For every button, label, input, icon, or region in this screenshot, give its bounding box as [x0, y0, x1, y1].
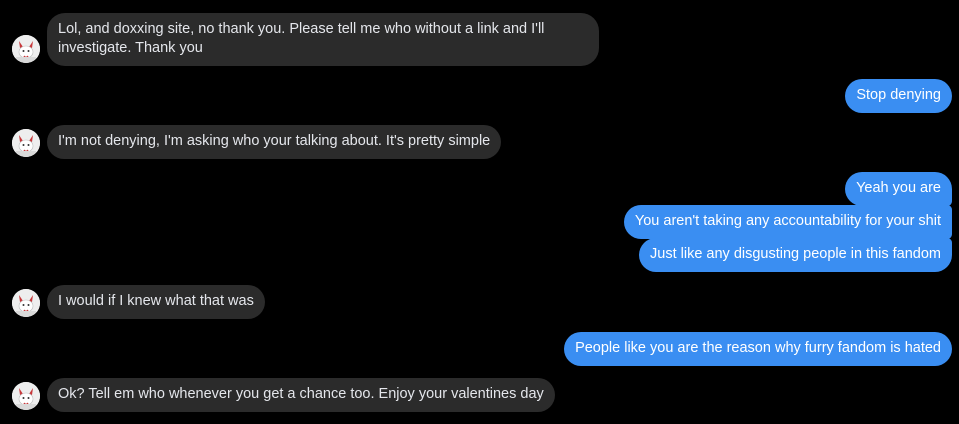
message-outgoing[interactable]: Stop denying: [845, 79, 952, 113]
message-outgoing[interactable]: You aren't taking any accountability for…: [623, 205, 952, 239]
message-text: investigate. Thank you: [58, 40, 203, 56]
message-text: You aren't taking any accountability for…: [634, 213, 941, 229]
message-outgoing[interactable]: Yeah you are: [845, 172, 952, 206]
message-text: Ok? Tell em who whenever you get a chanc…: [58, 386, 544, 402]
contact-avatar[interactable]: [12, 382, 40, 410]
fox-avatar-icon: [12, 35, 40, 63]
message-incoming[interactable]: I'm not denying, I'm asking who your tal…: [47, 125, 502, 159]
fox-avatar-icon: [12, 129, 40, 157]
message-text: I'm not denying, I'm asking who your tal…: [58, 133, 491, 149]
message-outgoing[interactable]: Just like any disgusting people in this …: [639, 238, 952, 272]
fox-avatar-icon: [12, 382, 40, 410]
message-incoming[interactable]: I would if I knew what that was: [47, 285, 265, 319]
message-text: Yeah you are: [856, 180, 941, 196]
contact-avatar[interactable]: [12, 289, 40, 317]
message-incoming[interactable]: Lol, and doxxing site, no thank you. Ple…: [47, 13, 599, 66]
message-text: Just like any disgusting people in this …: [650, 246, 941, 262]
contact-avatar[interactable]: [12, 129, 40, 157]
message-incoming[interactable]: Ok? Tell em who whenever you get a chanc…: [47, 378, 555, 412]
message-outgoing[interactable]: People like you are the reason why furry…: [564, 332, 952, 366]
message-text: Stop denying: [856, 87, 941, 103]
fox-avatar-icon: [12, 289, 40, 317]
contact-avatar[interactable]: [12, 35, 40, 63]
message-text: Lol, and doxxing site, no thank you. Ple…: [58, 21, 545, 37]
message-text: I would if I knew what that was: [58, 293, 254, 309]
message-text: People like you are the reason why furry…: [575, 340, 941, 356]
